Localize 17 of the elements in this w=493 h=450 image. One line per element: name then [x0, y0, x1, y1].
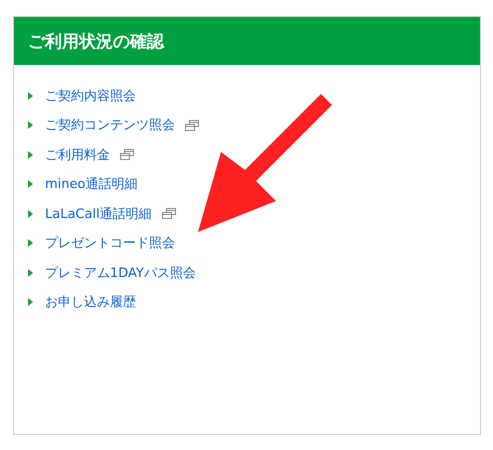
bullet-icon: [28, 121, 33, 130]
menu-link[interactable]: プレゼントコード照会: [45, 234, 175, 252]
bullet-icon: [28, 92, 33, 100]
bullet-icon: [28, 180, 33, 188]
panel-title: ご利用状況の確認: [28, 30, 164, 52]
menu-link[interactable]: LaLaCall通話明細: [45, 204, 152, 223]
bullet-icon: [28, 268, 33, 277]
menu-link[interactable]: プレミアム1DAYパス照会: [45, 264, 196, 282]
menu-link[interactable]: ご契約内容照会: [45, 86, 136, 105]
menu-link[interactable]: ご利用料金: [45, 146, 110, 164]
bullet-icon: [28, 210, 33, 218]
menu-link[interactable]: お申し込み履歴: [45, 293, 136, 312]
menu-link[interactable]: ご契約コンテンツ照会: [45, 116, 175, 134]
bullet-icon: [28, 298, 33, 306]
menu-link[interactable]: mineo通話明細: [45, 175, 138, 194]
bullet-icon: [28, 239, 33, 248]
bullet-icon: [28, 150, 33, 159]
